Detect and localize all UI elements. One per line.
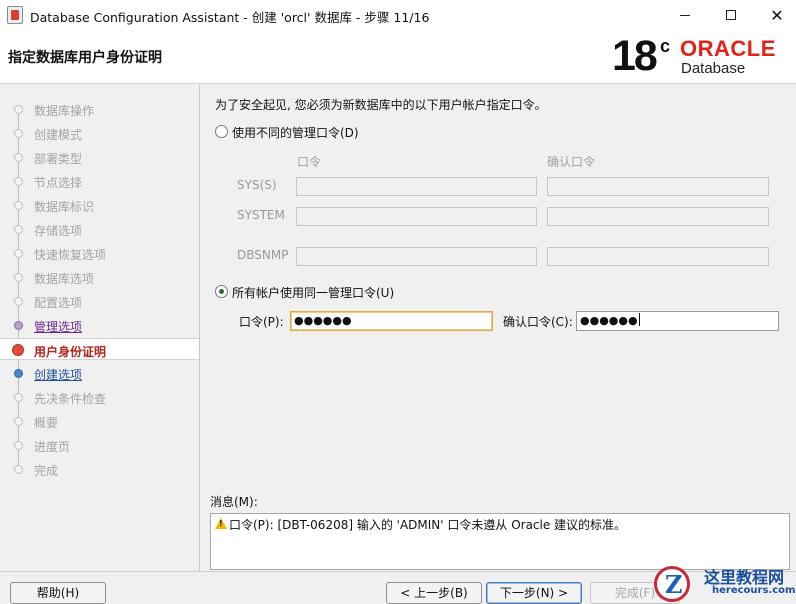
step-dot-icon bbox=[14, 369, 23, 378]
separate-passwords-label[interactable]: 使用不同的管理口令(D) bbox=[232, 124, 359, 141]
maximize-button[interactable] bbox=[708, 0, 754, 30]
nav-step-label: 进度页 bbox=[34, 440, 71, 454]
nav-step-8: 数据库选项 bbox=[0, 266, 199, 288]
nav-step-label: 数据库操作 bbox=[34, 104, 95, 118]
logo-version: 18 bbox=[612, 32, 658, 80]
next-button[interactable]: 下一步(N) > bbox=[486, 582, 582, 604]
warning-icon bbox=[215, 518, 227, 529]
step-dot-icon bbox=[14, 417, 23, 426]
nav-step-label: 数据库选项 bbox=[34, 272, 95, 286]
step-dot-icon bbox=[14, 177, 23, 186]
password-column-header: 口令 bbox=[297, 155, 322, 169]
step-dot-icon bbox=[14, 225, 23, 234]
sys-confirm-field bbox=[547, 177, 769, 196]
step-dot-icon bbox=[14, 441, 23, 450]
step-dot-icon bbox=[14, 201, 23, 210]
nav-step-label: 创建模式 bbox=[34, 128, 83, 142]
nav-step-label: 节点选择 bbox=[34, 176, 83, 190]
nav-step-10[interactable]: 管理选项 bbox=[0, 314, 199, 336]
nav-step-1: 数据库操作 bbox=[0, 98, 199, 120]
dbsnmp-confirm-field bbox=[547, 247, 769, 266]
nav-step-label: 快速恢复选项 bbox=[34, 248, 107, 262]
nav-step-label: 数据库标识 bbox=[34, 200, 95, 214]
step-dot-icon bbox=[14, 393, 23, 402]
same-password-radio[interactable] bbox=[215, 285, 228, 298]
confirm-column-header: 确认口令 bbox=[547, 155, 596, 169]
step-dot-icon bbox=[14, 249, 23, 258]
step-navigation: 数据库操作创建模式部署类型节点选择数据库标识存储选项快速恢复选项 数据库选项配置选… bbox=[0, 85, 200, 571]
nav-step-5: 数据库标识 bbox=[0, 194, 199, 216]
back-button[interactable]: < 上一步(B) bbox=[386, 582, 482, 604]
nav-step-label: 完成 bbox=[34, 464, 59, 478]
dbsnmp-label: DBSNMP bbox=[237, 248, 289, 262]
nav-step-label: 用户身份证明 bbox=[34, 345, 107, 359]
nav-step-16: 完成 bbox=[0, 458, 199, 480]
watermark-en: herecours.com bbox=[712, 585, 796, 596]
nav-step-4: 节点选择 bbox=[0, 170, 199, 192]
sys-label: SYS(S) bbox=[237, 178, 277, 192]
maximize-icon bbox=[726, 10, 736, 20]
step-dot-icon bbox=[12, 344, 24, 356]
close-button[interactable]: ✕ bbox=[754, 0, 796, 30]
nav-step-15: 进度页 bbox=[0, 434, 199, 456]
nav-step-14: 概要 bbox=[0, 410, 199, 432]
step-dot-icon bbox=[14, 297, 23, 306]
nav-step-label: 先决条件检查 bbox=[34, 392, 107, 406]
nav-step-label: 部署类型 bbox=[34, 152, 83, 166]
logo-c: c bbox=[660, 36, 671, 56]
nav-step-label: 管理选项 bbox=[34, 320, 83, 334]
nav-step-label: 配置选项 bbox=[34, 296, 83, 310]
title-bar: Database Configuration Assistant - 创建 'o… bbox=[0, 0, 796, 30]
password-input[interactable]: ●●●●●● bbox=[290, 311, 493, 331]
step-dot-icon bbox=[14, 273, 23, 282]
sys-password-field bbox=[296, 177, 537, 196]
logo-product: Database bbox=[681, 60, 746, 77]
confirm-password-label: 确认口令(C): bbox=[503, 315, 573, 329]
nav-step-label: 概要 bbox=[34, 416, 59, 430]
password-label: 口令(P): bbox=[239, 315, 284, 329]
watermark-logo-icon bbox=[654, 566, 690, 602]
password-value: ●●●●●● bbox=[294, 314, 352, 327]
messages-label: 消息(M): bbox=[210, 495, 258, 509]
nav-step-7: 快速恢复选项 bbox=[0, 242, 199, 264]
nav-step-13: 先决条件检查 bbox=[0, 386, 199, 408]
page-title: 指定数据库用户身份证明 bbox=[8, 50, 162, 66]
page-header: 指定数据库用户身份证明 18 c ORACLE Database bbox=[0, 30, 796, 84]
step-dot-icon bbox=[14, 321, 23, 330]
intro-text: 为了安全起见, 您必须为新数据库中的以下用户帐户指定口令。 bbox=[215, 98, 547, 112]
nav-step-3: 部署类型 bbox=[0, 146, 199, 168]
same-password-label[interactable]: 所有帐户使用同一管理口令(U) bbox=[232, 284, 394, 301]
nav-step-12[interactable]: 创建选项 bbox=[0, 362, 199, 384]
window-title: Database Configuration Assistant - 创建 'o… bbox=[30, 10, 430, 25]
system-label: SYSTEM bbox=[237, 208, 285, 222]
help-button[interactable]: 帮助(H) bbox=[10, 582, 106, 604]
step-dot-icon bbox=[14, 105, 23, 114]
nav-step-2: 创建模式 bbox=[0, 122, 199, 144]
step-dot-icon bbox=[14, 153, 23, 162]
minimize-icon bbox=[680, 14, 690, 16]
java-app-icon bbox=[7, 6, 23, 24]
nav-step-11[interactable]: 用户身份证明 bbox=[0, 338, 199, 360]
nav-step-label: 存储选项 bbox=[34, 224, 83, 238]
nav-step-9: 配置选项 bbox=[0, 290, 199, 312]
message-text: 口令(P): [DBT-06208] 输入的 'ADMIN' 口令未遵从 Ora… bbox=[229, 518, 627, 532]
oracle-logo: ORACLE bbox=[680, 36, 776, 61]
close-icon: ✕ bbox=[770, 5, 784, 25]
step-dot-icon bbox=[14, 129, 23, 138]
dbsnmp-password-field bbox=[296, 247, 537, 266]
separate-passwords-radio[interactable] bbox=[215, 125, 228, 138]
nav-step-6: 存储选项 bbox=[0, 218, 199, 240]
nav-step-label: 创建选项 bbox=[34, 368, 83, 382]
minimize-button[interactable] bbox=[662, 0, 708, 30]
main-content: 为了安全起见, 您必须为新数据库中的以下用户帐户指定口令。 使用不同的管理口令(… bbox=[201, 85, 796, 571]
system-confirm-field bbox=[547, 207, 769, 226]
step-dot-icon bbox=[14, 465, 23, 474]
site-watermark: 这里教程网 herecours.com bbox=[650, 562, 796, 604]
system-password-field bbox=[296, 207, 537, 226]
text-caret bbox=[638, 313, 640, 326]
confirm-password-input[interactable]: ●●●●●● bbox=[576, 311, 779, 331]
confirm-password-value: ●●●●●● bbox=[580, 314, 638, 327]
